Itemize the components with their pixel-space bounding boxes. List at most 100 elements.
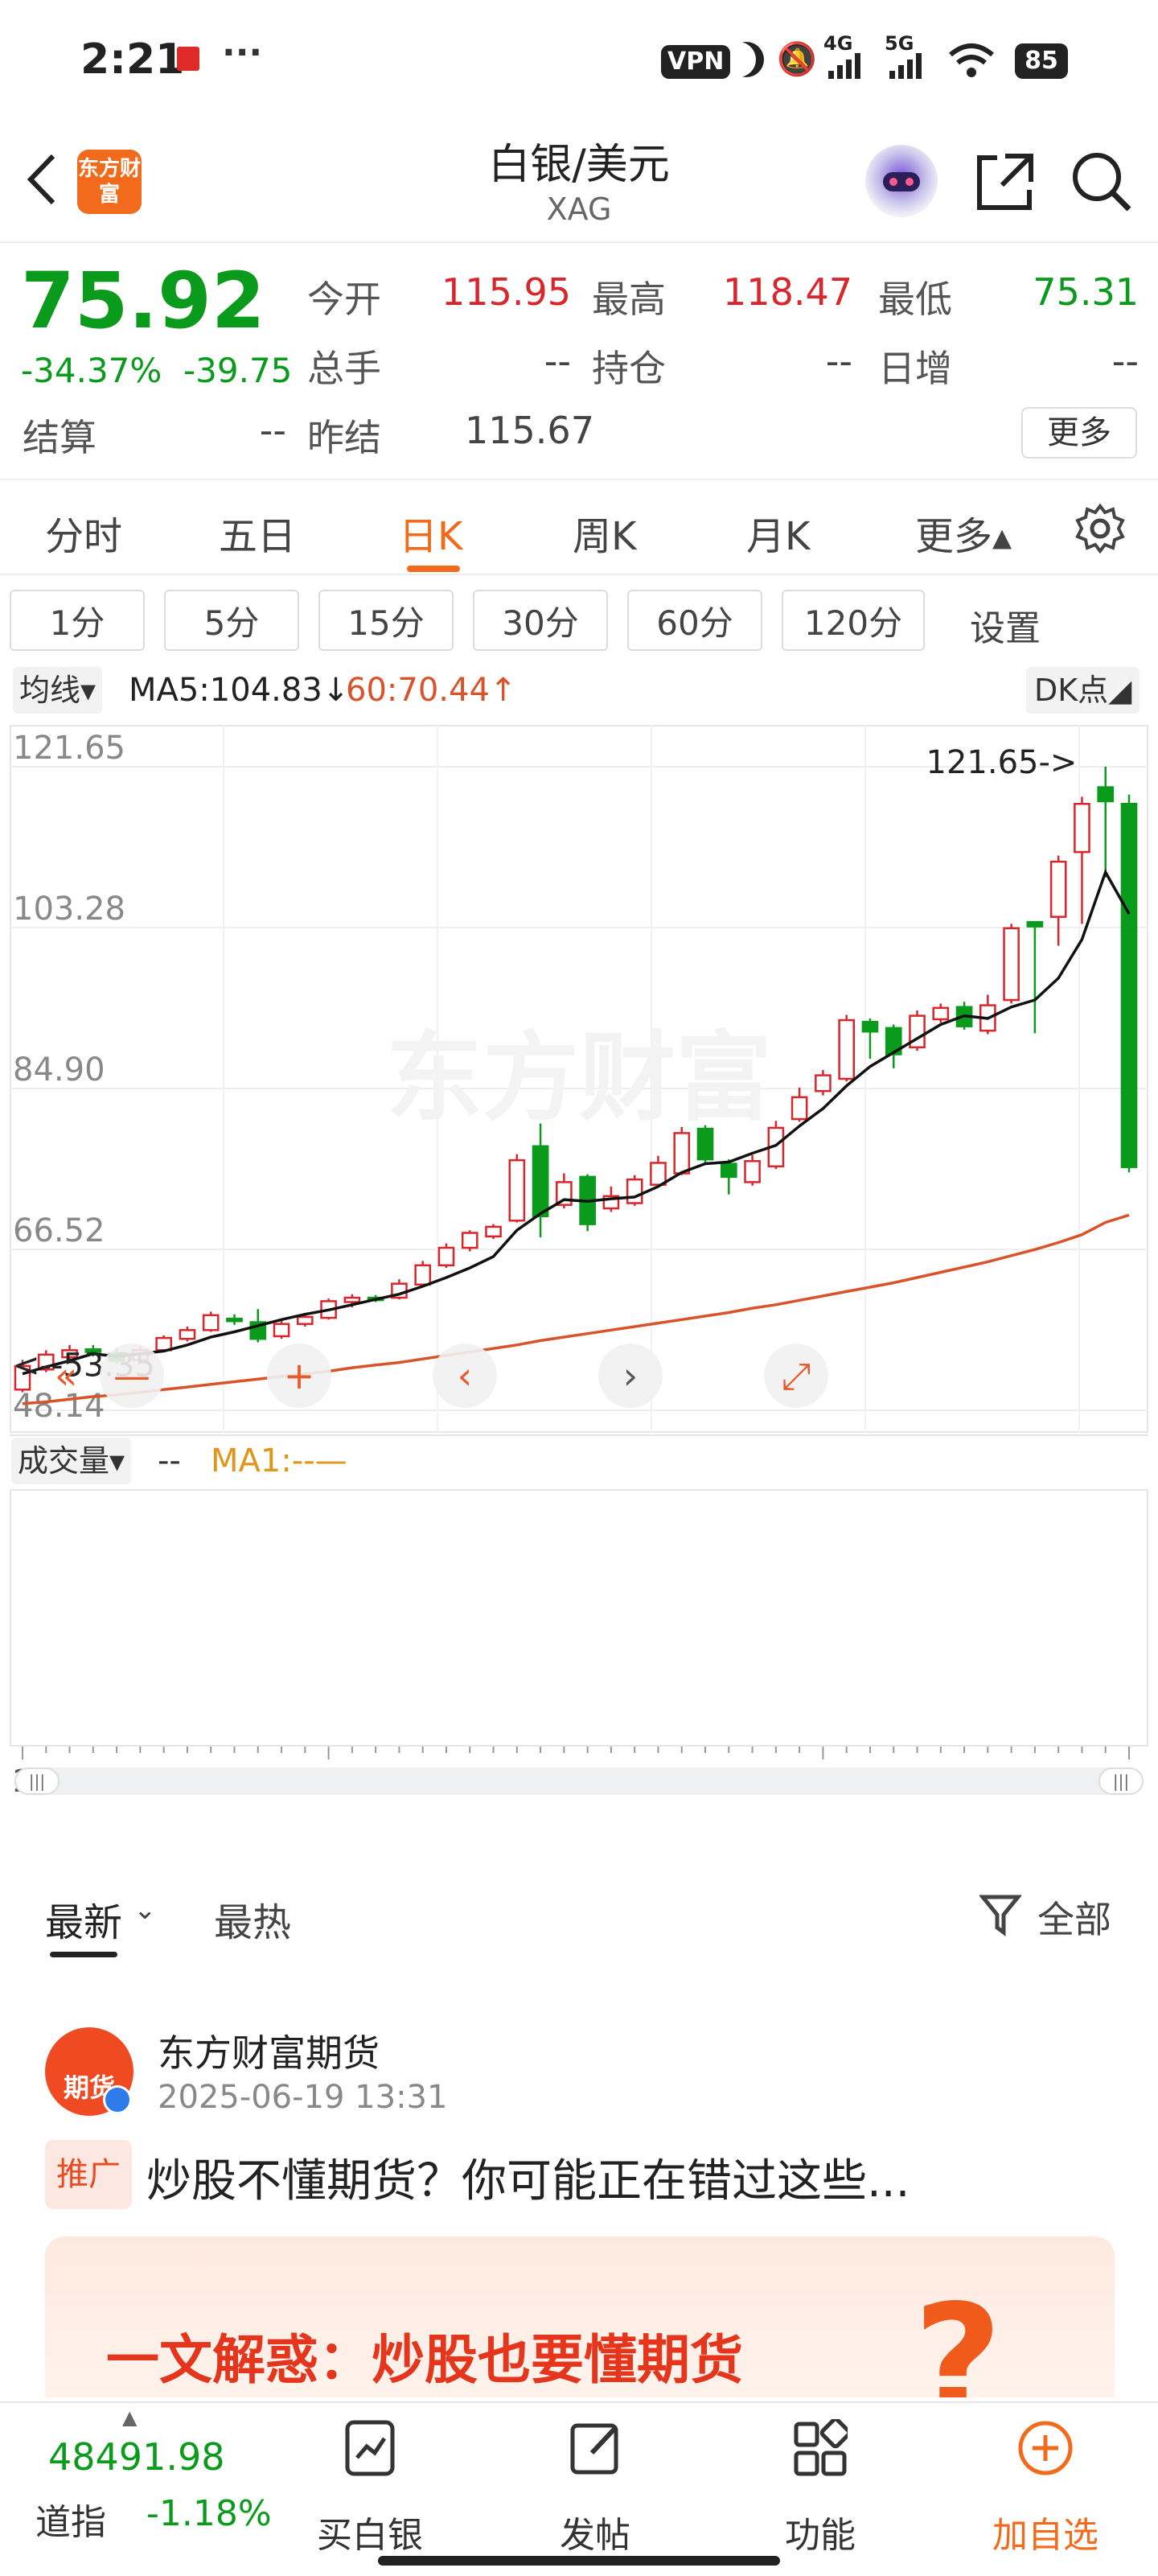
expand-icon[interactable]: ⤢ [764, 1344, 828, 1408]
ma60-readout: 60:70.44↑ [346, 672, 517, 709]
tab-time-share[interactable]: 分时 [45, 504, 122, 561]
nav-add-watchlist[interactable]: 加自选 [965, 2403, 1126, 2576]
minute-tab-5[interactable]: 5分 [164, 590, 299, 651]
scroll-handle-left[interactable]: ||| [14, 1767, 60, 1795]
minute-settings[interactable]: 设置 [970, 599, 1041, 651]
kline-chart-area: 均线▾ MA5:104.83↓ 60:70.44↑ DK点◢ 121.65 103… [0, 664, 1158, 1830]
quote-panel: 75.92 -34.37% -39.75 今开 115.95 最高 118.47… [0, 241, 1158, 479]
max-price-label: 121.65-> [926, 744, 1078, 781]
zoom-out-icon[interactable]: — [100, 1344, 164, 1408]
scroll-handle-right[interactable]: ||| [1098, 1767, 1144, 1795]
nav-buy-silver[interactable]: 买白银 [290, 2403, 450, 2576]
candle-body [1026, 920, 1044, 928]
zoom-out-icon-glyph: — [113, 1354, 150, 1397]
battery-indicator: 85 [1015, 43, 1068, 79]
y-tick-label: 121.65 [13, 730, 125, 767]
candle-body [744, 1160, 761, 1183]
edit-icon [568, 2419, 622, 2477]
volume-chart-svg: 20251128202512172026010920260130 [10, 1489, 1148, 1795]
volume-label: 总手 [307, 347, 381, 390]
candle-body [673, 1132, 691, 1175]
candle-body [461, 1232, 478, 1249]
nav-add-watchlist-label: 加自选 [992, 2515, 1098, 2556]
daily-increase-value: -- [1111, 339, 1139, 383]
volume-ma1-readout: MA1:--— [211, 1442, 347, 1479]
scroll-left-icon-glyph: ‹ [458, 1354, 472, 1397]
ma5-readout: MA5:104.83↓ [129, 672, 350, 709]
tab-daily-k[interactable]: 日K [399, 504, 462, 561]
bottom-nav: ▲ 48491.98 道指 -1.18% 买白银 发帖 功能 加自选 [0, 2401, 1158, 2574]
minute-tab-30[interactable]: 30分 [473, 590, 608, 651]
feed-tab-hot[interactable]: 最热 [214, 1891, 291, 1947]
settle-value: -- [259, 409, 286, 452]
settle-label: 结算 [23, 416, 96, 459]
post-time: 2025-06-19 13:31 [158, 2079, 448, 2116]
news-feed: 最新 ⌄ 最热 全部 期货 东方财富期货 2025-06-19 13:31 推广… [0, 1874, 1158, 2397]
chart-doc-icon [343, 2419, 397, 2477]
change-value: -39.75 [183, 351, 293, 390]
verified-badge-icon [103, 2085, 132, 2114]
chart-scrollbar[interactable]: ||| ||| [14, 1767, 1144, 1795]
feed-tab-latest[interactable]: 最新 [45, 1891, 122, 1947]
candle-body [508, 1158, 526, 1222]
ma-selector[interactable]: 均线▾ [13, 667, 103, 714]
candle-body [1120, 803, 1138, 1168]
promo-tag: 推广 [45, 2140, 132, 2209]
volume-selector[interactable]: 成交量▾ [11, 1438, 132, 1484]
share-icon[interactable] [973, 150, 1037, 214]
low-value: 75.31 [1033, 270, 1139, 314]
tab-five-day[interactable]: 五日 [219, 504, 296, 561]
kline-svg[interactable]: 121.65103.2884.9066.5248.14东方财富121.65-><… [10, 725, 1148, 1433]
tab-weekly-k[interactable]: 周K [573, 504, 636, 561]
minute-tab-60[interactable]: 60分 [627, 590, 762, 651]
candle-body [532, 1145, 549, 1218]
index-value[interactable]: 48491.98 [48, 2435, 225, 2479]
back-icon[interactable] [23, 151, 63, 208]
candle-body [1049, 860, 1067, 918]
candle-body [485, 1225, 502, 1238]
assistant-robot-icon[interactable] [865, 145, 938, 217]
nav-post[interactable]: 发帖 [515, 2403, 676, 2576]
open-interest-value: -- [825, 339, 852, 383]
post-title[interactable]: 炒股不懂期货？你可能正在错过这些... [146, 2145, 910, 2210]
scroll-start-icon: « [55, 1354, 77, 1397]
expand-icon-glyph: ⤢ [782, 1354, 811, 1397]
nav-functions[interactable]: 功能 [740, 2403, 901, 2576]
tab-more[interactable]: 更多▴ [915, 504, 1012, 561]
minute-tabs: 1分 5分 15分 30分 60分 120分 设置 [0, 575, 1158, 664]
chart-watermark: 东方财富 [386, 1023, 772, 1134]
candle-body [1097, 786, 1115, 803]
question-mark-icon: ? [914, 2272, 1003, 2398]
scroll-right-icon[interactable]: › [598, 1344, 663, 1408]
plus-circle-icon [1016, 2419, 1074, 2477]
minute-tab-15[interactable]: 15分 [318, 590, 454, 651]
network-5g: 5G [885, 32, 914, 55]
post-banner[interactable]: 一文解惑：炒股也要懂期货 ? [45, 2237, 1115, 2397]
high-label: 最高 [592, 278, 666, 321]
signal-icon-2 [889, 53, 923, 79]
status-time: 2:21 [80, 35, 185, 84]
page-subtitle: XAG [546, 191, 612, 227]
filter-icon[interactable] [978, 1892, 1023, 1937]
settings-gear-icon[interactable] [1074, 503, 1126, 554]
index-caret-icon: ▲ [122, 2406, 138, 2429]
minute-tab-120[interactable]: 120分 [782, 590, 925, 651]
candle-body [437, 1246, 455, 1267]
open-value: 115.95 [441, 270, 571, 314]
search-icon[interactable] [1070, 150, 1134, 214]
candle-body [1003, 927, 1020, 1002]
scroll-right-icon-glyph: › [623, 1354, 638, 1397]
dk-point-button[interactable]: DK点◢ [1026, 667, 1140, 714]
nav-functions-label: 功能 [785, 2515, 856, 2556]
vpn-badge: VPN [661, 45, 731, 79]
candle-body [932, 1006, 950, 1021]
zoom-in-icon[interactable]: + [267, 1344, 331, 1408]
tab-monthly-k[interactable]: 月K [746, 504, 810, 561]
candle-body [696, 1127, 714, 1161]
more-button[interactable]: 更多 [1021, 407, 1137, 459]
minute-tab-1[interactable]: 1分 [10, 590, 145, 651]
scroll-left-icon[interactable]: ‹ [433, 1344, 497, 1408]
feed-filter-all[interactable]: 全部 [1037, 1891, 1111, 1944]
post-author[interactable]: 东方财富期货 [158, 2024, 380, 2077]
wifi-icon [949, 42, 994, 79]
